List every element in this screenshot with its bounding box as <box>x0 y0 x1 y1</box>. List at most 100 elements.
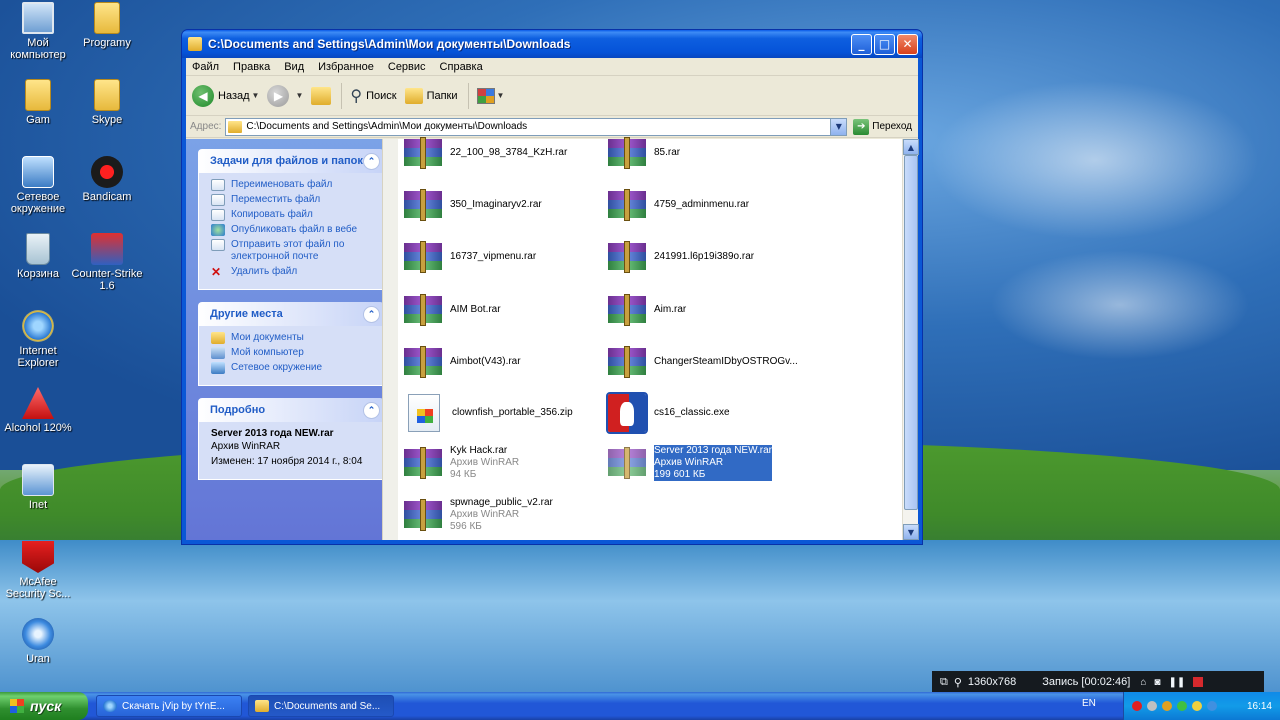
scroll-up-icon[interactable]: ▲ <box>903 139 919 155</box>
home-icon[interactable]: ⌂ <box>1140 677 1146 688</box>
task-publish[interactable]: Опубликовать файл в вебе <box>211 224 373 236</box>
folder-icon <box>211 332 225 344</box>
file-item[interactable]: 350_Imaginaryv2.rar <box>404 187 604 223</box>
other-places-panel: Другие места ⌃ Мои документы Мой компьют… <box>198 302 384 386</box>
menu-view[interactable]: Вид <box>284 61 304 73</box>
folders-button[interactable]: Папки <box>404 87 458 104</box>
views-button[interactable]: ▼ <box>476 87 505 104</box>
place-my-documents[interactable]: Мои документы <box>211 332 373 344</box>
pause-icon[interactable]: ❚❚ <box>1168 677 1185 688</box>
desktop-icon-programy[interactable]: Programy <box>71 2 143 49</box>
maximize-button[interactable]: □ <box>874 33 895 55</box>
close-button[interactable]: ✕ <box>897 33 918 55</box>
desktop-icon-mcafee[interactable]: McAfee Security Sc... <box>2 541 74 600</box>
volume-tray-icon[interactable] <box>1192 701 1202 711</box>
menu-file[interactable]: Файл <box>192 61 219 73</box>
file-list-scrollbar[interactable]: ▲ ▼ <box>902 139 919 540</box>
file-item[interactable]: AIM Bot.rar <box>404 292 604 328</box>
taskbar-item-explorer[interactable]: C:\Documents and Se... <box>248 695 394 717</box>
window-titlebar[interactable]: C:\Documents and Settings\Admin\Мои доку… <box>182 30 922 58</box>
desktop-icon-recycle-bin[interactable]: Корзина <box>2 233 74 280</box>
place-network[interactable]: Сетевое окружение <box>211 362 373 374</box>
menu-edit[interactable]: Правка <box>233 61 270 73</box>
other-places-header[interactable]: Другие места ⌃ <box>198 302 384 326</box>
desktop-icon-counter-strike[interactable]: Counter-Strike 1.6 <box>71 233 143 292</box>
zoom-icon[interactable]: ⚲ <box>954 676 962 689</box>
desktop-icon-alcohol[interactable]: Alcohol 120% <box>2 387 74 434</box>
camera-icon[interactable]: ◙ <box>1154 677 1160 688</box>
chevron-down-icon[interactable]: ▼ <box>830 118 847 135</box>
winrar-archive-icon <box>404 135 442 171</box>
desktop-icon-inet[interactable]: Inet <box>2 464 74 511</box>
desktop-icon-network[interactable]: Сетевое окружение <box>2 156 74 215</box>
file-item[interactable]: 16737_vipmenu.rar <box>404 239 604 275</box>
file-item-selected[interactable]: Server 2013 года NEW.rar Архив WinRAR 19… <box>608 445 808 481</box>
desktop-icon-skype[interactable]: Skype <box>71 79 143 126</box>
task-move[interactable]: Переместить файл <box>211 194 373 206</box>
file-item[interactable]: 22_100_98_3784_KzH.rar <box>404 135 604 171</box>
file-item[interactable]: 241991.l6p19i389o.rar <box>608 239 808 275</box>
security-tray-icon[interactable] <box>1177 701 1187 711</box>
internet-explorer-icon <box>103 700 117 712</box>
task-copy[interactable]: Копировать файл <box>211 209 373 221</box>
file-item[interactable]: cs16_classic.exe <box>606 392 806 434</box>
clock[interactable]: 16:14 <box>1247 701 1272 712</box>
file-item[interactable]: 4759_adminmenu.rar <box>608 187 808 223</box>
menu-tools[interactable]: Сервис <box>388 61 426 73</box>
chevron-down-icon[interactable]: ▼ <box>497 91 505 100</box>
collapse-chevron-icon[interactable]: ⌃ <box>363 305 380 323</box>
file-item[interactable]: clownfish_portable_356.zip <box>408 394 608 432</box>
mcafee-tray-icon[interactable] <box>1162 701 1172 711</box>
task-rename[interactable]: Переименовать файл <box>211 179 373 191</box>
search-button[interactable]: ⚲ Поиск <box>350 86 396 106</box>
place-my-computer[interactable]: Мой компьютер <box>211 347 373 359</box>
file-name: Aimbot(V43).rar <box>450 356 521 367</box>
desktop-icon-internet-explorer[interactable]: Internet Explorer <box>2 310 74 369</box>
up-folder-button[interactable] <box>311 86 332 105</box>
desktop-icon-bandicam[interactable]: Bandicam <box>71 156 143 203</box>
menu-favorites[interactable]: Избранное <box>318 61 374 73</box>
desktop-icon-gam[interactable]: Gam <box>2 79 74 126</box>
menu-help[interactable]: Справка <box>440 61 483 73</box>
scroll-down-icon[interactable]: ▼ <box>903 524 919 540</box>
file-item[interactable]: spwnage_public_v2.rar Архив WinRAR 596 К… <box>404 497 604 533</box>
file-item[interactable]: Aimbot(V43).rar <box>404 344 604 380</box>
file-type: Архив WinRAR <box>450 509 520 520</box>
stop-record-icon[interactable] <box>1193 677 1204 687</box>
views-icon <box>476 87 495 104</box>
taskbar-item-browser[interactable]: Скачать jVip by tYnE... <box>96 695 242 717</box>
details-header[interactable]: Подробно ⌃ <box>198 398 384 422</box>
other-places-body: Мои документы Мой компьютер Сетевое окру… <box>198 326 384 386</box>
language-indicator[interactable]: EN <box>1082 698 1096 709</box>
task-pane-scrollbar[interactable] <box>382 139 398 540</box>
skype-tray-icon[interactable] <box>1207 701 1217 711</box>
winrar-archive-icon <box>404 445 442 481</box>
address-input[interactable]: C:\Documents and Settings\Admin\Мои доку… <box>225 117 848 136</box>
file-item[interactable]: Kyk Hack.rar Архив WinRAR 94 КБ <box>404 445 604 481</box>
back-button[interactable]: ◀ Назад ▼ <box>192 84 260 107</box>
file-name: 4759_adminmenu.rar <box>654 199 750 210</box>
bandicam-tray-icon[interactable] <box>1132 701 1142 711</box>
go-button[interactable]: ➔ Переход <box>853 118 912 135</box>
start-label: пуск <box>30 698 62 714</box>
winrar-archive-icon <box>608 292 646 328</box>
desktop-icon-uran[interactable]: Uran <box>2 618 74 665</box>
collapse-chevron-icon[interactable]: ⌃ <box>363 401 380 419</box>
file-item[interactable]: 85.rar <box>608 135 808 171</box>
folder-icon <box>188 37 202 51</box>
task-email[interactable]: Отправить этот файл по электронной почте <box>211 239 373 263</box>
collapse-chevron-icon[interactable]: ⌃ <box>363 152 380 170</box>
start-button[interactable]: пуск <box>0 692 88 720</box>
window-mode-icon[interactable]: ⧉ <box>940 676 948 689</box>
network-tray-icon[interactable] <box>1147 701 1157 711</box>
file-item[interactable]: ChangerSteamIDbyOSTROGv... <box>608 344 808 380</box>
desktop-icon-my-computer[interactable]: Мой компьютер <box>2 2 74 61</box>
file-item[interactable]: Aim.rar <box>608 292 808 328</box>
file-tasks-header[interactable]: Задачи для файлов и папок ⌃ <box>198 149 384 173</box>
scrollbar-thumb[interactable] <box>904 155 918 510</box>
task-delete[interactable]: ✕ Удалить файл <box>211 266 373 278</box>
chevron-down-icon[interactable]: ▼ <box>295 91 303 100</box>
forward-button[interactable]: ▶ ▼ <box>267 84 303 107</box>
chevron-down-icon[interactable]: ▼ <box>252 91 260 100</box>
minimize-button[interactable]: _ <box>851 33 872 55</box>
